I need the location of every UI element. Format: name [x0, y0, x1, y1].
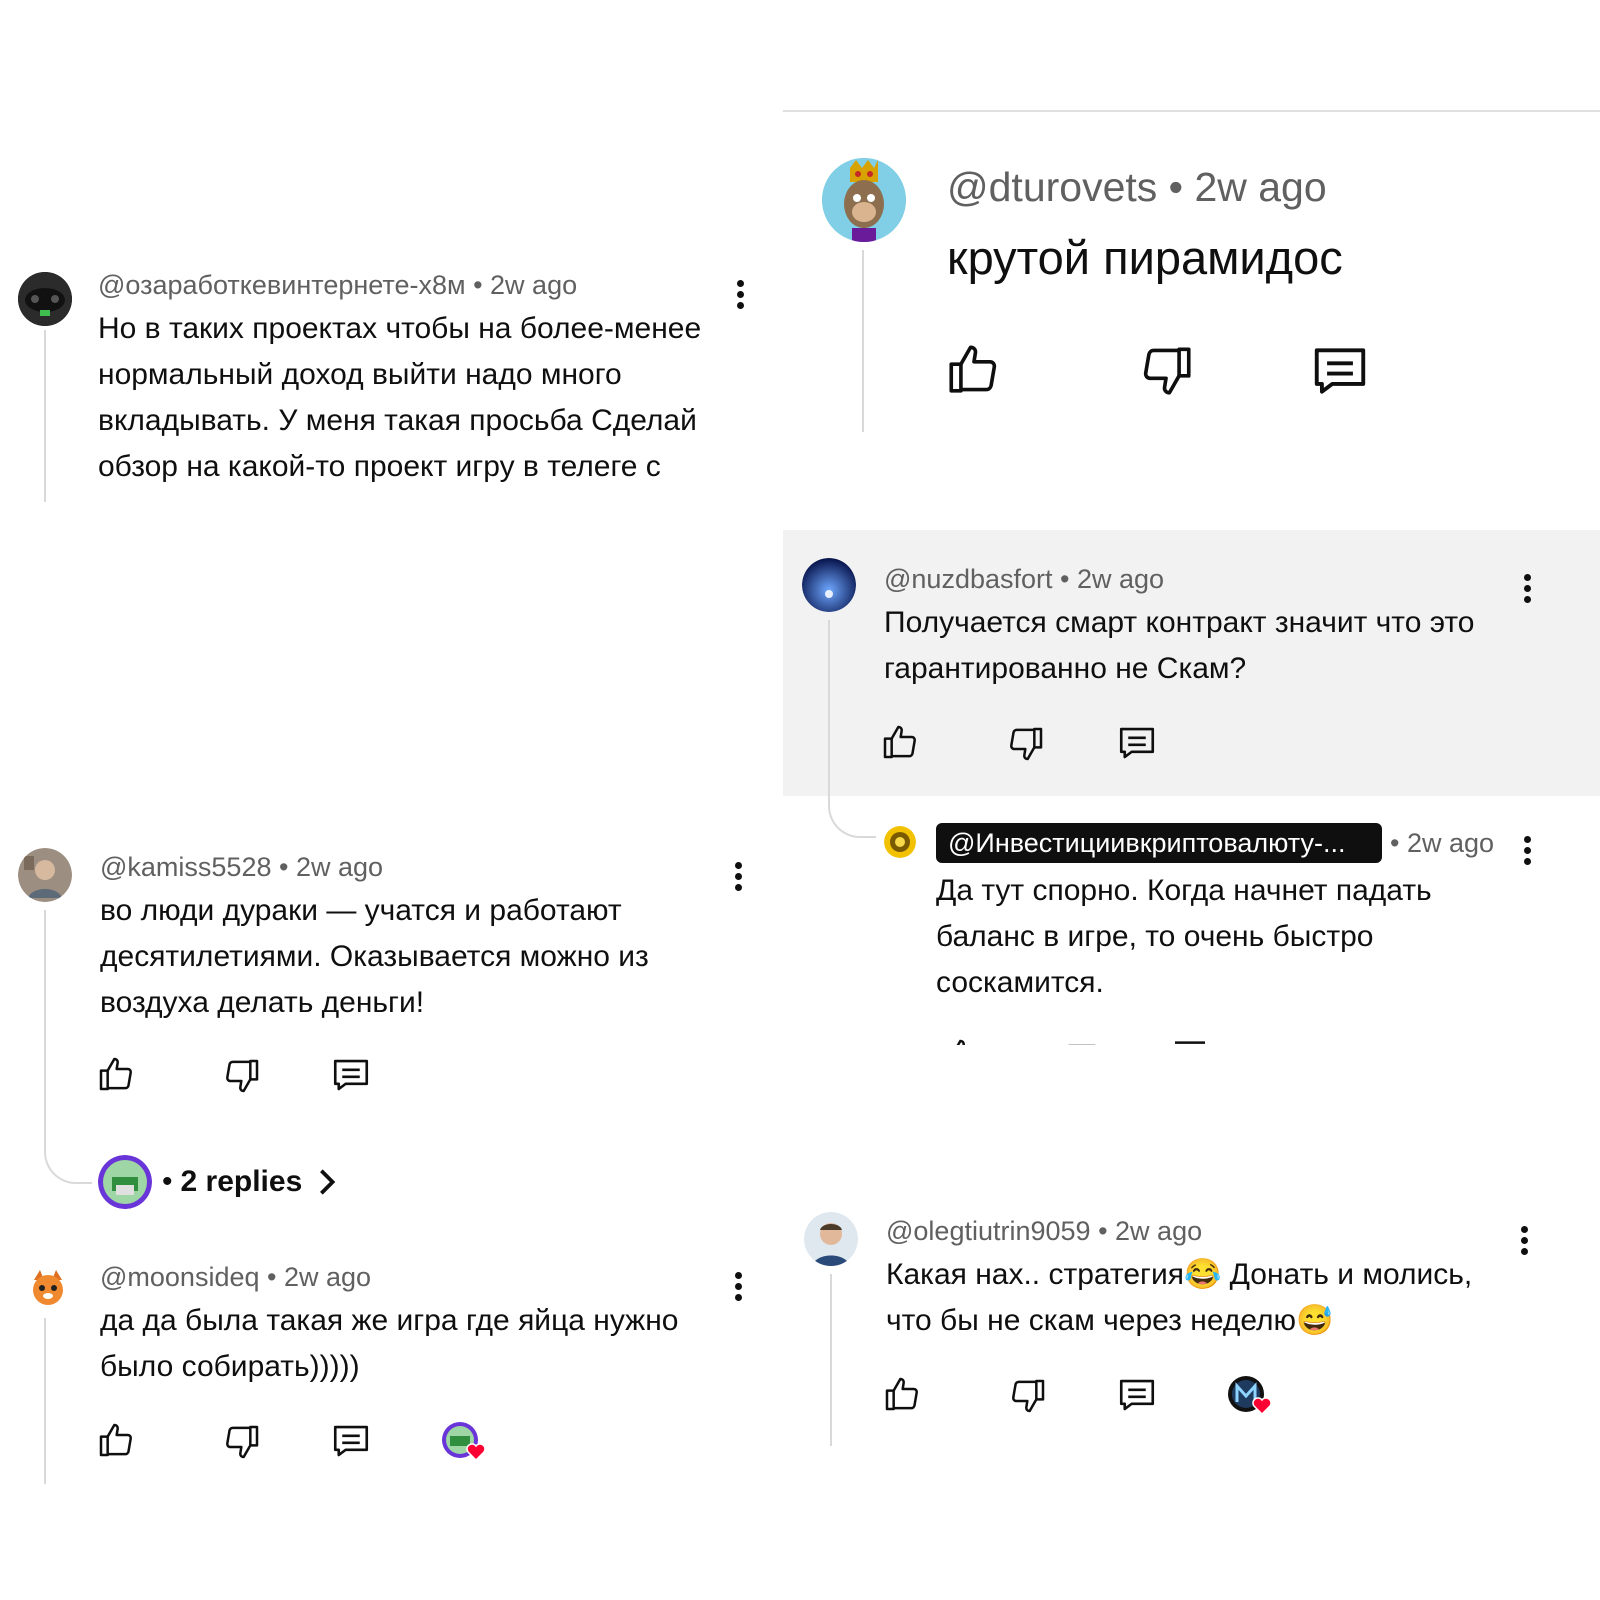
comment-text: Получается смарт контракт значит что это…	[884, 606, 1475, 685]
thread-line	[44, 330, 46, 502]
thread-connector	[828, 790, 876, 838]
reply-icon[interactable]	[1170, 1036, 1210, 1045]
cropped-action-bar	[936, 1030, 1236, 1045]
avatar[interactable]	[18, 848, 72, 902]
author-handle[interactable]: @озаработкевинтернете-х8м	[98, 270, 466, 300]
more-options-icon[interactable]	[732, 862, 744, 894]
author-handle[interactable]: @dturovets	[947, 164, 1157, 210]
separator: •	[267, 1262, 277, 1292]
timestamp: 2w ago	[1406, 828, 1495, 858]
timestamp: 2w ago	[1194, 164, 1327, 210]
thread-line	[44, 1318, 46, 1484]
replies-toggle[interactable]: • 2 replies	[98, 1154, 340, 1210]
heart-icon	[466, 1443, 486, 1462]
avatar[interactable]	[26, 1266, 70, 1310]
comment-text: крутой пирамидос	[947, 231, 1343, 284]
like-icon[interactable]	[96, 1054, 136, 1094]
reply-icon[interactable]	[330, 1420, 372, 1462]
creator-heart-badge	[1226, 1374, 1276, 1418]
thread-connector	[44, 1138, 92, 1184]
thread-line	[44, 910, 46, 1140]
dislike-icon[interactable]	[1138, 342, 1196, 400]
comment-text: Какая нах.. стратегия😂 Донать и молись, …	[886, 1258, 1473, 1337]
thread-line	[862, 250, 864, 432]
separator: •	[162, 1165, 173, 1198]
comment-text: во люди дураки — учатся и работают десят…	[100, 894, 649, 1019]
avatar[interactable]	[802, 558, 856, 612]
avatar[interactable]	[804, 1212, 858, 1266]
comment-meta: @olegtiutrin9059 • 2w ago	[886, 1216, 1202, 1247]
thread-line	[830, 1274, 832, 1446]
thread-line	[828, 620, 830, 790]
avatar[interactable]	[884, 826, 916, 858]
comment-text: да да была такая же игра где яйца нужно …	[100, 1304, 679, 1383]
dislike-icon[interactable]	[1008, 1376, 1048, 1416]
author-handle[interactable]: @kamiss5528	[100, 852, 271, 882]
reply-icon[interactable]	[1308, 340, 1372, 402]
comment-text: Да тут спорно. Когда начнет падать балан…	[936, 874, 1432, 999]
comment-meta: @озаработкевинтернете-х8м • 2w ago	[98, 270, 577, 301]
author-handle[interactable]: @nuzdbasfort	[884, 564, 1053, 594]
comment-text-clip: Но в таких проектах чтобы на более-менее…	[98, 306, 748, 502]
more-options-icon[interactable]	[1521, 836, 1533, 868]
like-icon[interactable]	[882, 1374, 922, 1414]
divider	[783, 110, 1600, 112]
separator: •	[279, 852, 289, 882]
avatar[interactable]	[822, 158, 906, 242]
comment-meta: @nuzdbasfort • 2w ago	[884, 564, 1164, 595]
creator-heart-badge	[440, 1420, 490, 1464]
like-icon[interactable]	[96, 1420, 136, 1460]
comment-meta: @dturovets • 2w ago	[947, 164, 1327, 211]
heart-icon	[1252, 1397, 1272, 1416]
timestamp: 2w ago	[295, 852, 384, 882]
like-icon[interactable]	[880, 722, 920, 762]
separator: •	[1098, 1216, 1108, 1246]
timestamp: 2w ago	[1076, 564, 1165, 594]
author-handle[interactable]: @olegtiutrin9059	[886, 1216, 1091, 1246]
dislike-icon[interactable]	[222, 1422, 262, 1462]
replies-count: 2 replies	[180, 1165, 303, 1198]
separator: •	[1390, 828, 1400, 858]
separator: •	[473, 270, 483, 300]
dislike-icon[interactable]	[222, 1056, 262, 1096]
author-handle[interactable]: @moonsideq	[100, 1262, 260, 1292]
dislike-icon[interactable]	[1006, 724, 1046, 764]
reply-icon[interactable]	[1116, 1374, 1158, 1416]
like-icon[interactable]	[944, 340, 1002, 398]
like-icon[interactable]	[942, 1036, 982, 1045]
separator: •	[1168, 164, 1184, 210]
timestamp: 2w ago	[1115, 1216, 1203, 1246]
chevron-right-icon	[320, 1169, 336, 1195]
comment-text: Но в таких проектах чтобы на более-менее…	[98, 312, 702, 483]
comment-meta: @moonsideq • 2w ago	[100, 1262, 371, 1293]
avatar	[98, 1155, 152, 1209]
comment-meta: • 2w ago	[1390, 828, 1494, 859]
timestamp: 2w ago	[283, 1262, 372, 1292]
reply-icon[interactable]	[330, 1054, 372, 1096]
timestamp: 2w ago	[490, 270, 578, 300]
avatar[interactable]	[18, 272, 72, 326]
dislike-icon[interactable]	[1062, 1036, 1102, 1045]
separator: •	[1060, 564, 1070, 594]
reply-icon[interactable]	[1116, 722, 1158, 764]
comment-meta: @kamiss5528 • 2w ago	[100, 852, 383, 883]
author-handle-chip[interactable]: @Инвестициивкриптовалюту-...	[936, 823, 1382, 863]
